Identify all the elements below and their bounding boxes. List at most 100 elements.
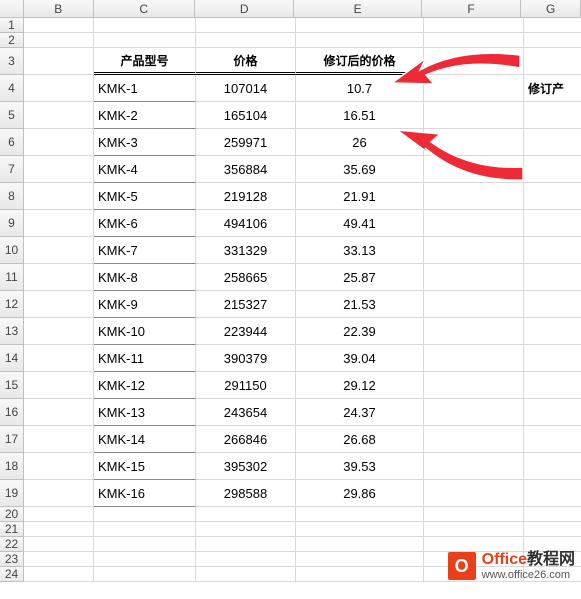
- cell-G14[interactable]: [524, 345, 581, 372]
- cell-B13[interactable]: [24, 318, 94, 345]
- cell-B16[interactable]: [24, 399, 94, 426]
- cell-C2[interactable]: [94, 33, 196, 48]
- cell-B18[interactable]: [24, 453, 94, 480]
- cell-F20[interactable]: [424, 507, 524, 522]
- cell-B17[interactable]: [24, 426, 94, 453]
- cell-B5[interactable]: [24, 102, 94, 129]
- table-cell-model-11[interactable]: KMK-8: [94, 264, 196, 291]
- table-cell-revised-17[interactable]: 26.68: [296, 426, 424, 453]
- cell-D21[interactable]: [196, 522, 296, 537]
- cell-B19[interactable]: [24, 480, 94, 507]
- table-cell-model-18[interactable]: KMK-15: [94, 453, 196, 480]
- cell-D24[interactable]: [196, 567, 296, 582]
- row-header-1[interactable]: 1: [0, 18, 24, 33]
- table-header-price[interactable]: 价格: [196, 48, 296, 75]
- cell-G13[interactable]: [524, 318, 581, 345]
- table-cell-price-9[interactable]: 494106: [196, 210, 296, 237]
- cell-F10[interactable]: [424, 237, 524, 264]
- table-cell-model-7[interactable]: KMK-4: [94, 156, 196, 183]
- cell-B24[interactable]: [24, 567, 94, 582]
- cell-B8[interactable]: [24, 183, 94, 210]
- row-header-2[interactable]: 2: [0, 33, 24, 48]
- cell-B23[interactable]: [24, 552, 94, 567]
- cell-F9[interactable]: [424, 210, 524, 237]
- cell-G10[interactable]: [524, 237, 581, 264]
- cell-C24[interactable]: [94, 567, 196, 582]
- cell-F8[interactable]: [424, 183, 524, 210]
- cell-B1[interactable]: [24, 18, 94, 33]
- column-header-B[interactable]: B: [24, 0, 94, 17]
- cell-D2[interactable]: [196, 33, 296, 48]
- table-cell-price-6[interactable]: 259971: [196, 129, 296, 156]
- cell-B9[interactable]: [24, 210, 94, 237]
- cell-B14[interactable]: [24, 345, 94, 372]
- table-cell-price-16[interactable]: 243654: [196, 399, 296, 426]
- table-cell-price-14[interactable]: 390379: [196, 345, 296, 372]
- cell-C20[interactable]: [94, 507, 196, 522]
- cell-B12[interactable]: [24, 291, 94, 318]
- cell-F7[interactable]: [424, 156, 524, 183]
- row-header-16[interactable]: 16: [0, 399, 24, 426]
- cell-F21[interactable]: [424, 522, 524, 537]
- table-cell-revised-19[interactable]: 29.86: [296, 480, 424, 507]
- cell-B3[interactable]: [24, 48, 94, 75]
- cell-B10[interactable]: [24, 237, 94, 264]
- row-header-17[interactable]: 17: [0, 426, 24, 453]
- cell-B22[interactable]: [24, 537, 94, 552]
- cell-G3[interactable]: [524, 48, 581, 75]
- row-header-10[interactable]: 10: [0, 237, 24, 264]
- cell-F5[interactable]: [424, 102, 524, 129]
- cell-G18[interactable]: [524, 453, 581, 480]
- cell-F17[interactable]: [424, 426, 524, 453]
- cell-G9[interactable]: [524, 210, 581, 237]
- column-header-F[interactable]: F: [422, 0, 521, 17]
- table-cell-revised-18[interactable]: 39.53: [296, 453, 424, 480]
- cell-F6[interactable]: [424, 129, 524, 156]
- cell-G16[interactable]: [524, 399, 581, 426]
- cell-D1[interactable]: [196, 18, 296, 33]
- row-header-11[interactable]: 11: [0, 264, 24, 291]
- table-cell-price-7[interactable]: 356884: [196, 156, 296, 183]
- cell-C23[interactable]: [94, 552, 196, 567]
- table-cell-revised-11[interactable]: 25.87: [296, 264, 424, 291]
- cell-G15[interactable]: [524, 372, 581, 399]
- cell-F16[interactable]: [424, 399, 524, 426]
- table-cell-revised-10[interactable]: 33.13: [296, 237, 424, 264]
- row-header-7[interactable]: 7: [0, 156, 24, 183]
- table-cell-revised-14[interactable]: 39.04: [296, 345, 424, 372]
- cell-F3[interactable]: [424, 48, 524, 75]
- table-cell-revised-6[interactable]: 26: [296, 129, 424, 156]
- table-cell-revised-15[interactable]: 29.12: [296, 372, 424, 399]
- row-header-8[interactable]: 8: [0, 183, 24, 210]
- cell-D22[interactable]: [196, 537, 296, 552]
- table-cell-price-15[interactable]: 291150: [196, 372, 296, 399]
- table-cell-model-6[interactable]: KMK-3: [94, 129, 196, 156]
- cell-G2[interactable]: [524, 33, 581, 48]
- column-header-C[interactable]: C: [94, 0, 195, 17]
- cell-E20[interactable]: [296, 507, 424, 522]
- table-cell-model-14[interactable]: KMK-11: [94, 345, 196, 372]
- row-header-12[interactable]: 12: [0, 291, 24, 318]
- cell-G5[interactable]: [524, 102, 581, 129]
- cell-G6[interactable]: [524, 129, 581, 156]
- cell-E23[interactable]: [296, 552, 424, 567]
- table-cell-model-19[interactable]: KMK-16: [94, 480, 196, 507]
- cell-F18[interactable]: [424, 453, 524, 480]
- table-cell-revised-12[interactable]: 21.53: [296, 291, 424, 318]
- table-header-model[interactable]: 产品型号: [94, 48, 196, 75]
- row-header-6[interactable]: 6: [0, 129, 24, 156]
- table-cell-revised-9[interactable]: 49.41: [296, 210, 424, 237]
- cell-E2[interactable]: [296, 33, 424, 48]
- table-cell-model-13[interactable]: KMK-10: [94, 318, 196, 345]
- cell-G21[interactable]: [524, 522, 581, 537]
- table-cell-price-8[interactable]: 219128: [196, 183, 296, 210]
- cell-G7[interactable]: [524, 156, 581, 183]
- table-cell-price-12[interactable]: 215327: [196, 291, 296, 318]
- cell-C22[interactable]: [94, 537, 196, 552]
- table-cell-price-10[interactable]: 331329: [196, 237, 296, 264]
- cell-G17[interactable]: [524, 426, 581, 453]
- table-cell-model-4[interactable]: KMK-1: [94, 75, 196, 102]
- row-header-9[interactable]: 9: [0, 210, 24, 237]
- table-cell-price-18[interactable]: 395302: [196, 453, 296, 480]
- cell-G22[interactable]: [524, 537, 581, 552]
